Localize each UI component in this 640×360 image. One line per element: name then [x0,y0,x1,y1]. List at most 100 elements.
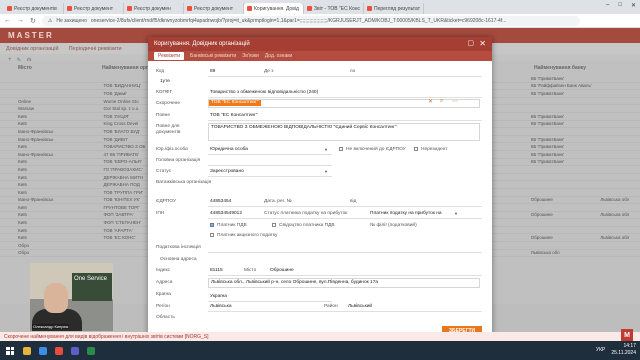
region-value[interactable]: Львівська [210,304,232,309]
tab-requisites[interactable]: Реквізити [154,52,185,60]
browser-tab[interactable]: Звіт - ТОВ "ЕС Конс [304,3,364,14]
cell-name: ТОВ 'ДИВЛ' [103,136,128,142]
ipn-label: ІПН [156,211,165,216]
browser-tab[interactable]: Реєстр документів [4,3,64,14]
search-icon[interactable]: ⌕ [440,98,443,105]
reload-icon[interactable]: ↻ [30,17,36,25]
district-value[interactable]: Львівський [348,304,372,309]
edit-organization-dialog: Коригування. Довідник організацій ▢ ✕ Ре… [148,37,492,342]
full-name-value[interactable]: ТОВ "ЕС Консалтинг" [210,113,258,118]
cell-city: Івано-Франківськ [18,136,54,142]
country-value[interactable]: Україна [210,294,227,299]
close-icon[interactable]: ✕ [631,2,636,9]
cell-bank: КБ 'ПриватБанк' [530,75,565,81]
cell-name: ДЕРЖАВНА ПОД [103,182,140,188]
language-indicator[interactable]: УКР [596,347,605,354]
chrome-icon[interactable] [55,346,63,355]
app-favicon-icon [127,6,132,11]
clock-time: 14:17 [623,343,636,349]
maximize-icon[interactable]: ▢ [467,39,474,47]
excel-icon[interactable] [87,346,95,355]
app-tab[interactable]: Періодичні реквізити [69,46,122,52]
app-badge[interactable]: M [621,329,633,341]
url-field[interactable]: ⚠ Не захищено oneservice-2/8ufs/client/r… [41,15,580,26]
cell-city: Київ [18,166,27,172]
full-doc-name-label: Повне для документів [156,124,181,135]
branch-number-label: № філії (податковий) [370,223,417,228]
cell-bank: КБ 'Райффайзен Банк Аваль' [530,83,592,89]
column-header-bank[interactable]: Найменування банку [534,65,586,71]
head-org-label: Головна організація [156,158,201,163]
tax-inspection-label: Податкова інспекція [156,245,201,250]
cell-city: Warsaw [18,106,35,112]
app-favicon-icon [367,6,372,11]
minimize-icon[interactable]: – [606,2,609,9]
webcam-sign: One Service [72,273,112,301]
cell-bank: КБ 'ПриватБанк' [530,113,565,119]
browser-tab[interactable]: Перегляд результат [364,3,424,14]
file-explorer-icon[interactable] [23,346,31,355]
excise-payer-label: Платник акцизного податку [217,233,278,238]
cell-city: Київ [18,144,27,150]
divider [208,76,482,77]
cell-city: Київ [18,189,27,195]
cell-bank: КБ 'ПриватБанк' [530,136,565,142]
cell-name: ТОВ 'ЮНІТЕХ УК' [103,197,140,203]
index-value[interactable]: 81115 [210,268,223,273]
area-label: Область [156,315,175,320]
city-value[interactable]: Оброшине [270,268,294,273]
url-text: oneservice-2/8ufs/client/rnd/f5/dkrwnyzo… [90,17,507,24]
forward-icon[interactable]: → [17,17,24,24]
close-icon[interactable]: ✕ [479,39,486,48]
chevron-down-icon[interactable]: ▼ [454,211,458,216]
system-tray: УКР 14:17 25.11.2024 [596,343,636,357]
windows-start-icon[interactable] [3,344,17,358]
reg-number-label: Дата. рег. № [264,199,292,204]
vat-payer-checkbox[interactable] [210,223,214,227]
browser-tab-active[interactable]: Коригування. Довід [244,3,304,14]
region-label: Регіон [156,304,170,309]
district-label: Район [324,304,338,309]
kopfg-label: КОПФГ [156,90,173,95]
chevron-down-icon[interactable]: ▼ [324,147,328,152]
tab-bank-requisites[interactable]: Банківські реквізити [190,53,236,59]
browser-tab[interactable]: Реєстр документ [64,3,124,14]
dialog-tabs: Реквізити Банківські реквізити Зв'язки Д… [148,51,492,61]
taskbar: УКР 14:17 25.11.2024 [0,341,640,360]
teams-icon[interactable] [71,346,79,355]
divider [208,176,332,177]
ipn-value[interactable]: 448534549012 [210,211,242,216]
legal-type-value[interactable]: Юридична особа [210,147,248,152]
chevron-down-icon[interactable]: ▼ [324,169,328,174]
cell-city: Київ [18,174,27,180]
tab-links[interactable]: Зв'язки [242,53,259,59]
vat-certificate-checkbox[interactable] [272,223,276,227]
nonresident-checkbox[interactable] [414,147,418,151]
code-value[interactable]: 89 [210,69,215,74]
not-in-edrpou-label: Не включений до ЄДРПОУ [346,147,406,152]
tax-status-value[interactable]: Платник податку на прибуток на [370,211,442,216]
edrpou-value[interactable]: 44853454 [210,199,231,204]
excise-payer-checkbox[interactable] [210,233,214,237]
status-value[interactable]: Зареєстровано [210,169,244,174]
dialog-header: Коригування. Довідник організацій ▢ ✕ [148,37,492,51]
cell-city: Івано-Франківськ [18,151,54,157]
kopfg-value[interactable]: Товариство з обмеженою відповідальністю … [210,90,318,95]
maximize-icon[interactable]: □ [618,2,622,9]
cell-city: Київ [18,227,27,233]
date-from-label: Де з [264,69,274,74]
cell-name: ГО 'ПРАВОЗАХИС' [103,166,143,172]
not-in-edrpou-checkbox[interactable] [339,147,343,151]
app-tab[interactable]: Довідник організацій [6,46,59,52]
back-icon[interactable]: ← [4,17,11,24]
clear-icon[interactable]: ✕ [428,98,433,105]
more-icon[interactable]: ⋯ [452,98,458,105]
webcam-person-head [44,283,68,313]
tab-extra-attributes[interactable]: Дод. ознаки [265,53,292,59]
browser-tab[interactable]: Реєстр докумен [124,3,184,14]
full-name-label: Повне [156,113,170,118]
cell-name: King Cross Devel [103,121,139,127]
browser-tab[interactable]: Реєстр документ [184,3,244,14]
column-header-city[interactable]: Місто [0,65,102,71]
edge-icon[interactable] [39,346,47,355]
